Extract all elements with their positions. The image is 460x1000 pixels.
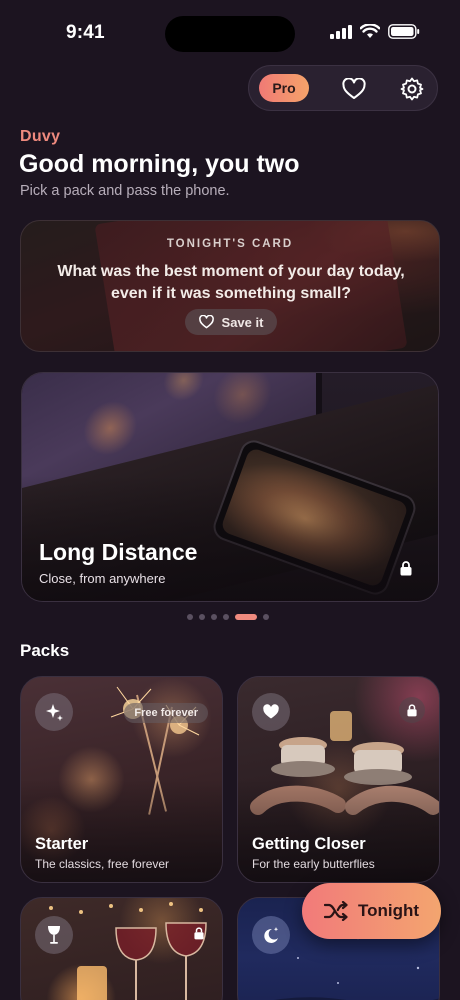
status-icons (330, 24, 420, 39)
pack-description: The classics, free forever (35, 857, 170, 871)
featured-pack-card[interactable]: Long Distance Close, from anywhere (21, 372, 439, 602)
pack-name: Getting Closer (252, 835, 366, 853)
moon-stars-icon (264, 927, 279, 943)
lock-icon (194, 926, 204, 939)
heart-outline-icon (342, 78, 366, 99)
save-it-label: Save it (221, 314, 264, 330)
free-forever-badge: Free forever (124, 703, 208, 723)
card-question: What was the best moment of your day tod… (57, 263, 405, 302)
pro-button[interactable]: Pro (259, 74, 309, 102)
lock-icon (407, 703, 417, 716)
pack-card-wine[interactable] (20, 897, 223, 1000)
carousel-dot[interactable] (263, 614, 269, 620)
wifi-icon (360, 24, 380, 38)
heart-icon (263, 704, 279, 719)
carousel-indicator[interactable] (187, 614, 269, 620)
carousel-dot[interactable] (199, 614, 205, 620)
page-subtitle: Pick a pack and pass the phone. (20, 183, 230, 199)
heart-outline-icon (198, 315, 214, 329)
status-time: 9:41 (66, 22, 105, 43)
settings-button[interactable] (399, 76, 425, 102)
tonight-button-label: Tonight (357, 901, 420, 920)
pack-icon-circle (35, 916, 73, 954)
status-bar: 9:41 (0, 0, 460, 60)
pack-name: Starter (35, 835, 89, 853)
top-actions-pill: Pro (248, 65, 438, 111)
favorites-button[interactable] (341, 76, 367, 102)
cellular-signal-icon (330, 24, 352, 39)
card-eyebrow: TONIGHT'S CARD (166, 238, 294, 250)
packs-heading: Packs (20, 641, 70, 660)
tonights-card[interactable]: TONIGHT'S CARD What was the best moment … (20, 220, 440, 352)
pack-card-starter[interactable]: Free forever Starter The classics, free … (20, 676, 223, 883)
shuffle-icon (323, 901, 348, 921)
page-title: Good morning, you two (19, 150, 300, 178)
pack-icon-circle (252, 916, 290, 954)
brand-name: Duvy (20, 128, 61, 145)
pack-lock-badge (399, 697, 425, 723)
pack-card-getting-closer[interactable]: Getting Closer For the early butterflies (237, 676, 440, 883)
tonight-shuffle-button[interactable]: Tonight (302, 883, 441, 939)
wine-glass-icon (48, 926, 60, 944)
carousel-dot[interactable] (223, 614, 229, 620)
pack-description: For the early butterflies (252, 857, 375, 871)
carousel-dot-active[interactable] (235, 614, 257, 620)
sparkle-icon (46, 704, 63, 721)
pack-lock-badge (186, 920, 212, 946)
featured-title: Long Distance (39, 539, 198, 565)
battery-icon (388, 24, 420, 39)
pack-icon-circle (35, 693, 73, 731)
lock-icon (400, 561, 412, 576)
carousel-dot[interactable] (211, 614, 217, 620)
featured-subtitle: Close, from anywhere (39, 571, 166, 586)
carousel-dot[interactable] (187, 614, 193, 620)
save-it-button[interactable]: Save it (185, 309, 277, 335)
dynamic-island (165, 16, 295, 52)
gear-icon (400, 77, 424, 101)
pack-icon-circle (252, 693, 290, 731)
